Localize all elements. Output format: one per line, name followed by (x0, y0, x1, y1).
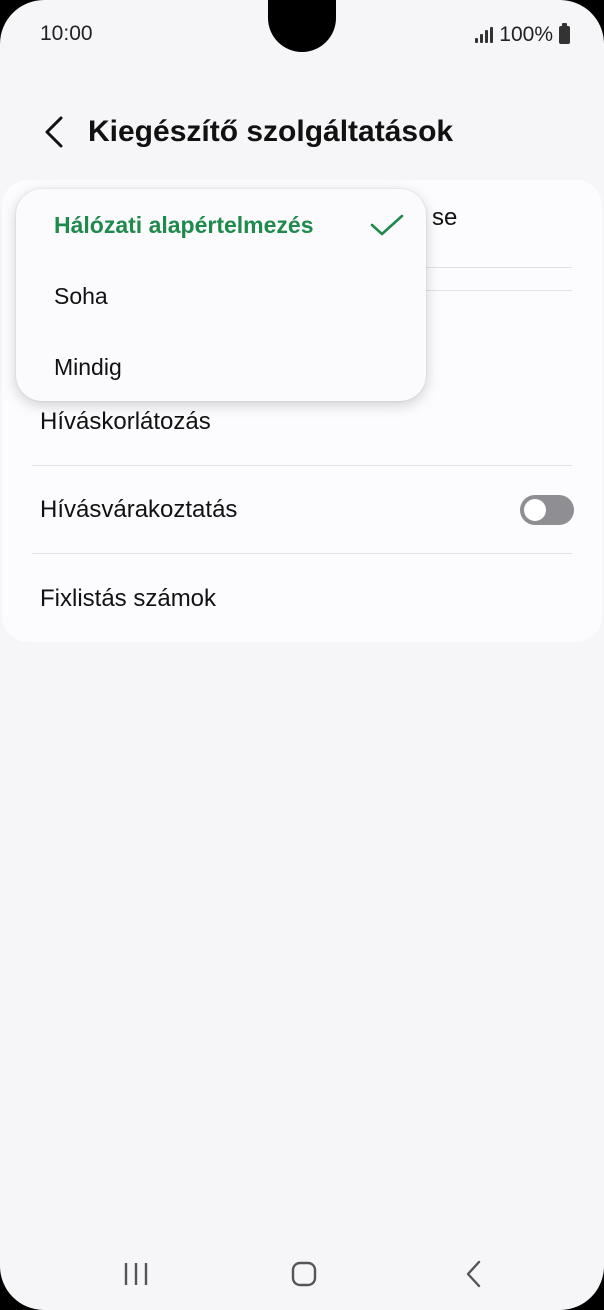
page-title: Kiegészítő szolgáltatások (88, 115, 454, 148)
navigation-bar (0, 1240, 604, 1310)
back-button[interactable] (26, 104, 82, 160)
battery-percent: 100% (499, 23, 553, 46)
popup-option-never[interactable]: Soha (54, 276, 404, 316)
partially-hidden-label: se (432, 204, 458, 231)
recent-apps-icon (124, 1263, 148, 1285)
fixed-dialing-label: Fixlistás számok (40, 585, 217, 612)
recent-apps-button[interactable] (106, 1254, 166, 1294)
list-item-call-waiting[interactable]: Hívásvárakoztatás (32, 466, 574, 554)
app-header: Kiegészítő szolgáltatások (0, 100, 604, 164)
phone-screen: 10:00 100% Kiegészítő szolgáltatások se … (0, 0, 604, 1310)
option-label: Mindig (54, 353, 122, 380)
option-label: Soha (54, 282, 108, 309)
call-waiting-label: Hívásvárakoztatás (40, 495, 238, 523)
signal-icon (475, 27, 494, 43)
status-time: 10:00 (40, 22, 93, 45)
popup-option-always[interactable]: Mindig (54, 347, 404, 387)
back-nav-icon (466, 1260, 481, 1288)
toggle-knob (524, 498, 546, 521)
checkmark-icon (370, 214, 404, 236)
back-nav-button[interactable] (444, 1254, 504, 1294)
chevron-left-icon (45, 116, 63, 148)
popup-option-network-default[interactable]: Hálózati alapértelmezés (54, 205, 404, 245)
option-label: Hálózati alapértelmezés (54, 211, 314, 238)
battery-icon (559, 23, 570, 44)
call-barring-label: Híváskorlátozás (40, 407, 211, 435)
dropdown-popup: Hálózati alapértelmezés Soha Mindig (16, 189, 426, 401)
status-indicators: 100% (475, 22, 570, 48)
call-waiting-toggle[interactable] (520, 494, 574, 525)
home-button[interactable] (274, 1254, 334, 1294)
status-bar: 10:00 100% (0, 0, 604, 70)
list-item-fixed-dialing[interactable]: Fixlistás számok (32, 555, 572, 643)
home-icon (291, 1261, 317, 1287)
